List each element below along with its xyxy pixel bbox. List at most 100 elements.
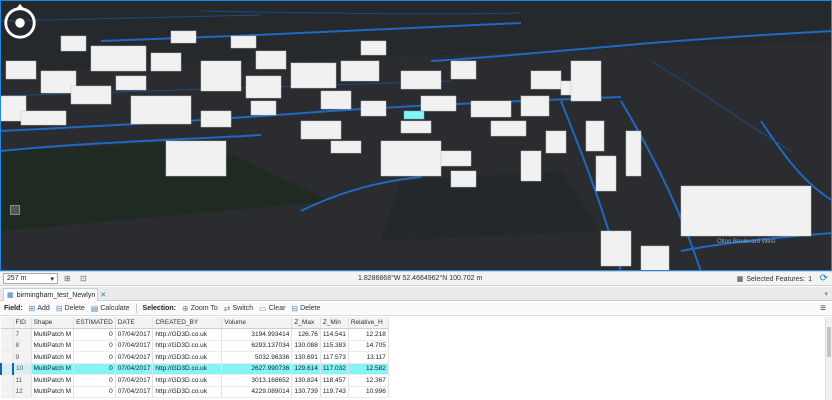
- table-cell[interactable]: 130.824: [291, 374, 321, 387]
- delete-rows-icon: ⊟: [291, 304, 299, 313]
- zoom-to-button[interactable]: ⊕ Zoom To: [182, 304, 218, 313]
- table-cell[interactable]: MultiPatch M: [31, 363, 75, 375]
- table-cell[interactable]: 130.739: [291, 386, 321, 398]
- table-cell[interactable]: 5032.96336: [221, 351, 293, 364]
- delete-field-button[interactable]: ⊟ Delete: [56, 304, 85, 313]
- table-cell[interactable]: 130.691: [291, 351, 321, 364]
- row-selector[interactable]: [1, 374, 14, 387]
- column-header-date[interactable]: DATE: [115, 317, 154, 329]
- column-header-estimated[interactable]: ESTIMATED: [73, 317, 116, 329]
- table-cell[interactable]: 07/04/2017: [115, 386, 154, 398]
- table-cell[interactable]: 2627.990736: [221, 363, 293, 375]
- tab-attribute-table[interactable]: ▦ birmingham_test_Newlyn ✕: [3, 288, 106, 301]
- table-cell[interactable]: 6293.137034: [221, 340, 293, 352]
- scale-dropdown[interactable]: 257 m ▾: [3, 273, 58, 284]
- table-cell[interactable]: MultiPatch M: [31, 328, 75, 341]
- table-cell[interactable]: 7: [13, 328, 32, 341]
- row-selector[interactable]: [1, 340, 14, 352]
- table-cell[interactable]: 114.541: [320, 328, 349, 341]
- tab-menu-icon[interactable]: ▾: [824, 290, 828, 298]
- table-cell[interactable]: 117.573: [320, 351, 349, 364]
- north-arrow-icon[interactable]: [10, 205, 20, 215]
- table-cell[interactable]: 0: [73, 328, 116, 341]
- switch-selection-button[interactable]: ⇄ Switch: [224, 304, 253, 313]
- table-cell[interactable]: http://GD3D.co.uk: [152, 374, 223, 387]
- table-cell[interactable]: MultiPatch M: [31, 374, 75, 387]
- table-row[interactable]: 8 MultiPatch M 0 07/04/2017 http://GD3D.co.u…: [1, 340, 389, 352]
- table-cell[interactable]: 8: [13, 340, 32, 352]
- column-header-relative-h[interactable]: Relative_H: [348, 317, 389, 329]
- table-cell[interactable]: 07/04/2017: [115, 374, 154, 387]
- grid-icon[interactable]: ⊞: [64, 274, 74, 284]
- column-header-volume[interactable]: Volume: [221, 317, 293, 329]
- table-cell[interactable]: 0: [73, 374, 116, 387]
- map-3d-view[interactable]: Olton Boulevard West: [0, 0, 832, 271]
- clear-selection-button[interactable]: ▭ Clear: [259, 304, 285, 313]
- row-selector[interactable]: [1, 386, 14, 398]
- table-row[interactable]: 12 MultiPatch M 0 07/04/2017 http://GD3D.co.…: [1, 386, 389, 398]
- table-cell[interactable]: 10: [12, 363, 32, 375]
- scrollbar-thumb[interactable]: [827, 327, 831, 357]
- table-cell[interactable]: 10.996: [348, 386, 389, 398]
- add-field-button[interactable]: ⊞ Add: [29, 304, 50, 313]
- column-header-created-by[interactable]: CREATED_BY: [152, 317, 223, 329]
- table-cell[interactable]: 115.383: [320, 340, 349, 352]
- snap-icon[interactable]: ⊡: [80, 274, 90, 284]
- clear-icon: ▭: [259, 304, 267, 313]
- table-cell[interactable]: 12: [13, 386, 32, 398]
- refresh-icon[interactable]: ⟳: [820, 274, 828, 284]
- column-header-shape[interactable]: Shape: [31, 317, 75, 329]
- table-cell[interactable]: 126.76: [291, 328, 321, 341]
- table-row[interactable]: 10 MultiPatch M 0 07/04/2017 http://GD3D.co.…: [0, 363, 389, 375]
- table-cell[interactable]: 0: [73, 386, 116, 398]
- row-selector[interactable]: [1, 328, 14, 341]
- vertical-scrollbar[interactable]: [825, 317, 832, 400]
- table-cell[interactable]: MultiPatch M: [31, 386, 75, 398]
- close-icon[interactable]: ✕: [100, 291, 106, 299]
- column-header-fid[interactable]: FID: [13, 317, 32, 329]
- table-cell[interactable]: http://GD3D.co.uk: [152, 351, 223, 364]
- delete-selection-button[interactable]: ⊟ Delete: [291, 304, 320, 313]
- table-cell[interactable]: 07/04/2017: [115, 351, 154, 364]
- table-cell[interactable]: 0: [73, 351, 116, 364]
- table-cell[interactable]: 14.705: [348, 340, 389, 352]
- zoom-to-label: Zoom To: [190, 305, 218, 312]
- table-row[interactable]: 7 MultiPatch M 0 07/04/2017 http://GD3D.co.u…: [1, 328, 389, 341]
- menu-icon[interactable]: ≡: [820, 303, 826, 314]
- table-cell[interactable]: 4229.089014: [221, 386, 293, 398]
- column-header-z-min[interactable]: Z_Min: [320, 317, 349, 329]
- table-cell[interactable]: 13.117: [348, 351, 389, 364]
- table-cell[interactable]: 118.457: [320, 374, 349, 387]
- table-cell[interactable]: http://GD3D.co.uk: [152, 386, 223, 398]
- table-cell[interactable]: 12.582: [348, 363, 389, 375]
- table-cell[interactable]: 119.743: [320, 386, 349, 398]
- table-cell[interactable]: 12.367: [348, 374, 389, 387]
- table-cell[interactable]: 12.218: [348, 328, 389, 341]
- row-selector[interactable]: [1, 351, 14, 364]
- table-row[interactable]: 11 MultiPatch M 0 07/04/2017 http://GD3D.co.…: [1, 374, 389, 387]
- table-row[interactable]: 9 MultiPatch M 0 07/04/2017 http://GD3D.co.u…: [1, 351, 389, 364]
- table-cell[interactable]: 0: [73, 340, 116, 352]
- table-cell[interactable]: 9: [13, 351, 32, 364]
- table-cell[interactable]: MultiPatch M: [31, 351, 75, 364]
- table-cell[interactable]: 129.614: [291, 363, 321, 375]
- row-selector[interactable]: [0, 363, 14, 375]
- table-cell[interactable]: 3194.993414: [221, 328, 293, 341]
- calculate-field-button[interactable]: ▤ Calculate: [91, 304, 130, 313]
- navigator-dial-icon[interactable]: [1, 1, 39, 41]
- table-cell[interactable]: 130.088: [291, 340, 321, 352]
- table-cell[interactable]: http://GD3D.co.uk: [152, 340, 223, 352]
- selected-building[interactable]: [403, 110, 425, 120]
- column-header-z-max[interactable]: Z_Max: [291, 317, 321, 329]
- table-cell[interactable]: 11: [13, 374, 32, 387]
- table-cell[interactable]: 3013.168652: [221, 374, 293, 387]
- table-cell[interactable]: http://GD3D.co.uk: [152, 363, 223, 375]
- selected-features-count: 1: [808, 275, 812, 283]
- table-cell[interactable]: 117.032: [320, 363, 349, 375]
- table-cell[interactable]: http://GD3D.co.uk: [152, 328, 223, 341]
- table-cell[interactable]: 07/04/2017: [115, 328, 154, 341]
- table-cell[interactable]: 0: [73, 363, 116, 375]
- table-cell[interactable]: 07/04/2017: [115, 340, 154, 352]
- table-cell[interactable]: 07/04/2017: [115, 363, 154, 375]
- table-cell[interactable]: MultiPatch M: [31, 340, 75, 352]
